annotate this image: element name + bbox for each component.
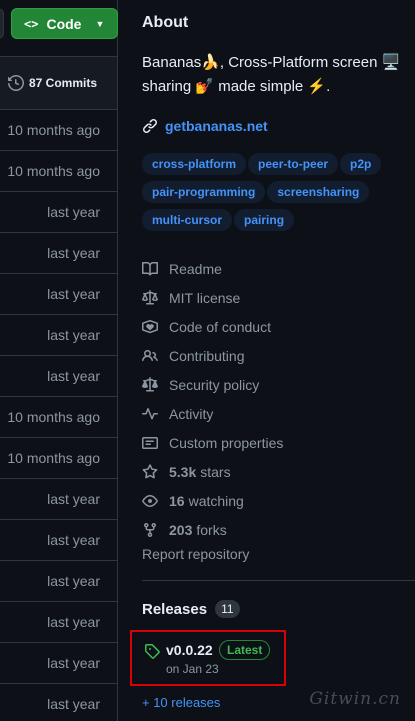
releases-heading[interactable]: Releases 11 bbox=[142, 600, 240, 618]
file-row-time[interactable]: last year bbox=[0, 479, 117, 520]
latest-release-item[interactable]: v0.0.22 Latest on Jan 23 bbox=[130, 630, 286, 686]
releases-count-badge: 11 bbox=[215, 600, 240, 618]
readme-link[interactable]: Readme bbox=[142, 254, 415, 283]
topic-list: cross-platform peer-to-peer p2p pair-progra… bbox=[142, 153, 412, 237]
stars-link[interactable]: 5.3k stars bbox=[142, 457, 415, 486]
watching-count: 16 bbox=[169, 492, 185, 509]
file-row-time[interactable]: last year bbox=[0, 643, 117, 684]
book-icon bbox=[142, 261, 158, 275]
stars-label: stars bbox=[200, 463, 231, 480]
code-button[interactable]: <> Code ▼ bbox=[11, 8, 118, 39]
repo-meta-list: Readme MIT license Code of conduct Contr… bbox=[142, 254, 415, 544]
file-row-time[interactable]: 10 months ago bbox=[0, 397, 117, 438]
readme-label: Readme bbox=[169, 260, 222, 277]
custom-properties-link[interactable]: Custom properties bbox=[142, 428, 415, 457]
file-row-time[interactable]: last year bbox=[0, 233, 117, 274]
star-icon bbox=[142, 463, 158, 478]
release-date: on Jan 23 bbox=[166, 662, 219, 676]
about-heading: About bbox=[142, 14, 189, 31]
topic-tag[interactable]: cross-platform bbox=[142, 153, 247, 175]
topic-tag[interactable]: pairing bbox=[234, 209, 295, 231]
stars-count: 5.3k bbox=[169, 463, 197, 480]
conduct-label: Code of conduct bbox=[169, 318, 271, 335]
code-of-conduct-icon bbox=[142, 319, 158, 333]
activity-link[interactable]: Activity bbox=[142, 399, 415, 428]
law-icon bbox=[142, 376, 158, 391]
file-row-time[interactable]: last year bbox=[0, 684, 117, 721]
toolbar-partial bbox=[0, 0, 10, 40]
code-button-label: Code bbox=[46, 15, 82, 32]
file-row-time[interactable]: last year bbox=[0, 520, 117, 561]
security-link[interactable]: Security policy bbox=[142, 370, 415, 399]
chevron-down-icon: ▼ bbox=[95, 18, 105, 29]
forks-label: forks bbox=[196, 521, 227, 538]
topic-tag[interactable]: peer-to-peer bbox=[248, 153, 339, 175]
repo-description: Bananas🍌, Cross-Platform screen 🖥️ shari… bbox=[142, 54, 401, 95]
custom-properties-label: Custom properties bbox=[169, 434, 284, 451]
divider bbox=[142, 580, 415, 581]
topic-tag[interactable]: pair-programming bbox=[142, 181, 266, 203]
contributing-link[interactable]: Contributing bbox=[142, 341, 415, 370]
releases-heading-label: Releases bbox=[142, 600, 208, 618]
fork-icon bbox=[144, 522, 156, 537]
link-icon bbox=[142, 118, 158, 134]
release-version: v0.0.22 bbox=[166, 642, 213, 658]
watching-label: watching bbox=[188, 492, 244, 509]
code-icon: <> bbox=[24, 16, 39, 31]
conduct-link[interactable]: Code of conduct bbox=[142, 312, 415, 341]
forks-count: 203 bbox=[169, 521, 193, 538]
report-repository-link[interactable]: Report repository bbox=[142, 546, 249, 562]
eye-icon bbox=[142, 494, 158, 507]
commits-label: 87 Commits bbox=[28, 76, 97, 90]
file-row-time[interactable]: last year bbox=[0, 315, 117, 356]
security-label: Security policy bbox=[169, 376, 260, 393]
file-list-panel: <> Code ▼ 87 Commits 10 months ago 10 mon… bbox=[0, 0, 118, 721]
more-releases-link[interactable]: + 10 releases bbox=[142, 695, 220, 710]
file-row-time[interactable]: last year bbox=[0, 192, 117, 233]
commits-link[interactable]: 87 Commits bbox=[0, 56, 117, 110]
homepage-link[interactable]: getbananas.net bbox=[142, 118, 268, 134]
homepage-url: getbananas.net bbox=[165, 118, 268, 134]
pulse-icon bbox=[142, 407, 158, 419]
forks-link[interactable]: 203 forks bbox=[142, 515, 415, 544]
law-icon bbox=[142, 289, 158, 304]
file-row-time[interactable]: last year bbox=[0, 602, 117, 643]
topic-tag[interactable]: multi-cursor bbox=[142, 209, 233, 231]
contributing-label: Contributing bbox=[169, 347, 245, 364]
file-row-time[interactable]: last year bbox=[0, 356, 117, 397]
file-row-time[interactable]: 10 months ago bbox=[0, 110, 117, 151]
latest-badge: Latest bbox=[219, 640, 271, 660]
file-row-time[interactable]: last year bbox=[0, 561, 117, 602]
file-row-time[interactable]: last year bbox=[0, 274, 117, 315]
partial-button[interactable] bbox=[0, 8, 4, 39]
topic-tag[interactable]: screensharing bbox=[267, 181, 370, 203]
topic-tag[interactable]: p2p bbox=[340, 153, 382, 175]
file-rows: 10 months ago 10 months ago last year last … bbox=[0, 110, 117, 721]
license-link[interactable]: MIT license bbox=[142, 283, 415, 312]
file-row-time[interactable]: 10 months ago bbox=[0, 151, 117, 192]
watching-link[interactable]: 16 watching bbox=[142, 486, 415, 515]
file-row-time[interactable]: 10 months ago bbox=[0, 438, 117, 479]
watermark: Gitwin.cn bbox=[309, 689, 401, 709]
license-label: MIT license bbox=[169, 289, 241, 306]
activity-label: Activity bbox=[169, 405, 214, 422]
note-icon bbox=[142, 436, 158, 449]
history-icon bbox=[7, 75, 24, 91]
people-icon bbox=[142, 349, 158, 361]
tag-icon bbox=[145, 644, 160, 659]
